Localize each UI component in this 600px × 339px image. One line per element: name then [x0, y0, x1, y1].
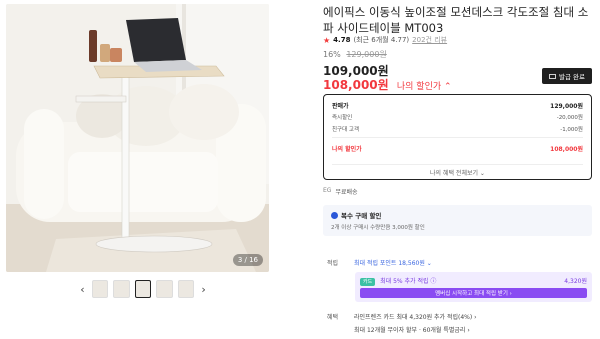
bundle-discount-box[interactable]: 복수 구매 할인 2개 이상 구매시 수량만큼 3,000원 할인 [323, 205, 592, 236]
bundle-icon [331, 211, 338, 219]
price-row-sale: 판매가 129,000원 [332, 101, 583, 110]
review-count-link[interactable]: 202건 리뷰 [412, 35, 447, 45]
my-price-row[interactable]: 108,000원 나의 할인가 ⌃ [323, 76, 452, 93]
thumbnail-strip: ‹ › [78, 279, 208, 299]
benefits-label: 혜택 [327, 314, 339, 321]
product-title: 에이픽스 이동식 높이조절 모션데스크 각도조절 침대 소파 사이드테이블 MT… [323, 5, 589, 35]
card-points-text-wrap: 카드 최대 5% 추가 적립 ⓘ [360, 276, 437, 286]
thumbnail-next-arrow[interactable]: › [199, 283, 208, 296]
my-price-label: 나의 할인가 ⌃ [396, 82, 452, 92]
discount-percent: 16% [323, 50, 341, 59]
thumbnail-1[interactable] [92, 280, 109, 298]
rating-detail: (최근 6개월 4.77) [353, 36, 410, 44]
price-box-divider [332, 137, 583, 138]
membership-cta-button[interactable]: 멤버십 시작하고 최대 적립 받기 › [360, 288, 587, 298]
shipping-label: EG [323, 187, 332, 194]
price-row-customer-discount: 친구대 고객 -1,000원 [332, 125, 583, 133]
product-detail: 에이픽스 이동식 높이조절 모션데스크 각도조절 침대 소파 사이드테이블 MT… [300, 0, 600, 339]
bundle-title-row: 복수 구매 할인 [331, 210, 381, 220]
benefit-installment-link[interactable]: 최대 12개월 무이자 할부 · 60개월 특별금리 › [354, 325, 470, 334]
points-toggle[interactable]: 최대 적립 포인트 18,560원 ⌄ [354, 258, 432, 267]
rating-score: 4.78 [333, 36, 351, 44]
original-price: 129,000원 [346, 50, 387, 59]
shipping-row: EG 무료배송 [323, 187, 358, 196]
coupon-button-label: 발급 완료 [559, 73, 585, 81]
price-row-label: 즉시할인 [332, 115, 353, 121]
main-product-image[interactable]: 3 / 16 [6, 4, 269, 272]
points-label: 적립 [327, 260, 339, 267]
card-tag: 카드 [360, 278, 376, 286]
thumbnail-3[interactable] [134, 280, 152, 298]
bundle-subtitle: 2개 이상 구매시 수량만큼 3,000원 할인 [331, 225, 425, 231]
price-breakdown-box: 판매가 129,000원 즉시할인 -20,000원 친구대 고객 -1,000… [323, 94, 592, 180]
card-points-box: 카드 최대 5% 추가 적립 ⓘ 4,320원 멤버십 시작하고 최대 적립 받… [355, 272, 592, 302]
thumbnail-5[interactable] [177, 280, 195, 298]
thumbnail-2[interactable] [113, 280, 130, 298]
rating-row: ★ 4.78 (최근 6개월 4.77) 202건 리뷰 [323, 35, 447, 45]
shipping-value: 무료배송 [335, 189, 358, 196]
price-row-my-price: 나의 할인가 108,000원 [332, 144, 583, 153]
view-all-benefits-button[interactable]: 나의 혜택 전체보기 ⌄ [332, 164, 583, 178]
thumbnail-4[interactable] [156, 280, 173, 298]
product-page: 3 / 16 ‹ › 에이픽스 이동식 높이조절 모션데스크 각도조절 침대 소… [0, 0, 600, 339]
benefit-card-link[interactable]: 라인프렌즈 카드 최대 4,320원 추가 적립(4%) › [354, 312, 477, 321]
price-row-instant-discount: 즉시할인 -20,000원 [332, 113, 583, 121]
bundle-title: 복수 구매 할인 [341, 212, 382, 220]
product-photo-illustration [6, 4, 269, 272]
card-points-row: 카드 최대 5% 추가 적립 ⓘ 4,320원 [360, 276, 587, 286]
discount-row: 16% 129,000원 [323, 49, 387, 60]
coupon-button[interactable]: 발급 완료 [542, 68, 592, 84]
my-price: 108,000원 [323, 78, 389, 92]
coupon-icon [549, 73, 556, 79]
price-row-value: 108,000원 [550, 146, 583, 153]
price-row-label: 판매가 [332, 103, 349, 110]
price-row-label: 친구대 고객 [332, 127, 360, 133]
price-row-label: 나의 할인가 [332, 146, 362, 153]
price-row-value: 129,000원 [550, 103, 583, 110]
price-row-value: -1,000원 [560, 127, 583, 133]
thumbnail-prev-arrow[interactable]: ‹ [78, 283, 87, 296]
photo-counter: 3 / 16 [232, 254, 263, 266]
price-row-value: -20,000원 [556, 115, 583, 121]
product-gallery: 3 / 16 ‹ › [0, 0, 300, 339]
card-points-text: 최대 5% 추가 적립 ⓘ [380, 278, 437, 285]
card-points-value: 4,320원 [564, 278, 587, 285]
star-icon: ★ [323, 35, 331, 45]
